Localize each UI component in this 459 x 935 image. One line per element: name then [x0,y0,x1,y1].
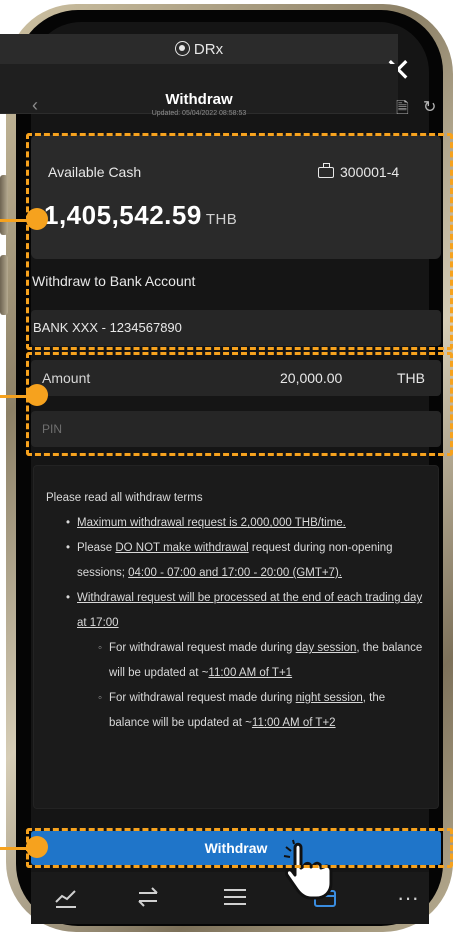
highlight-cash-and-bank [26,133,453,350]
phone-side-button [0,175,8,235]
terms-text-span: For withdrawal request made during [109,642,296,654]
highlight-amount-and-pin [26,352,453,456]
refresh-icon[interactable]: ↻ [423,97,436,117]
terms-subitem: For withdrawal request made during day s… [46,636,426,686]
more-icon[interactable]: ··· [388,884,428,912]
terms-item: Please DO NOT make withdrawal request du… [46,536,426,586]
page-title: Withdraw [165,91,233,108]
terms-heading: Please read all withdraw terms [46,492,203,504]
chart-icon[interactable] [46,884,86,912]
brand-name: DRx [193,41,224,58]
terms-text-span: Please [77,542,116,554]
terms-text-span: For withdrawal request made during [109,692,296,704]
terms-underline: day session [295,642,357,654]
terms-subitem: For withdrawal request made during night… [46,686,426,736]
terms-link: Maximum withdrawal request is 2,000,000 … [77,517,346,529]
terms-underline: DO NOT make withdrawal [115,542,249,554]
terms-item: Withdrawal request will be processed at … [46,586,426,636]
terms-underline: 11:00 AM of T+1 [208,667,293,679]
terms-underline: night session [295,692,363,704]
terms-text: Please read all withdraw terms Maximum w… [46,486,426,736]
phone-side-button [0,255,8,315]
brand: DRx [0,41,398,58]
updated-timestamp: Updated: 05/04/2022 08:58:53 [151,110,247,117]
report-icon[interactable]: 🗎 [396,97,409,124]
terms-underline: 04:00 - 07:00 and 17:00 - 20:00 (GMT+7). [128,567,342,579]
brand-logo-icon [174,41,190,56]
terms-underline: 11:00 AM of T+2 [251,717,336,729]
terms-underline: Withdrawal request will be processed at … [77,592,423,629]
swap-icon[interactable] [128,884,168,912]
callout-marker [26,836,48,858]
terms-item: Maximum withdrawal request is 2,000,000 … [46,511,426,536]
callout-marker [26,208,48,230]
callout-marker [26,384,48,406]
highlight-withdraw-button [26,828,453,868]
list-icon[interactable] [215,884,255,912]
